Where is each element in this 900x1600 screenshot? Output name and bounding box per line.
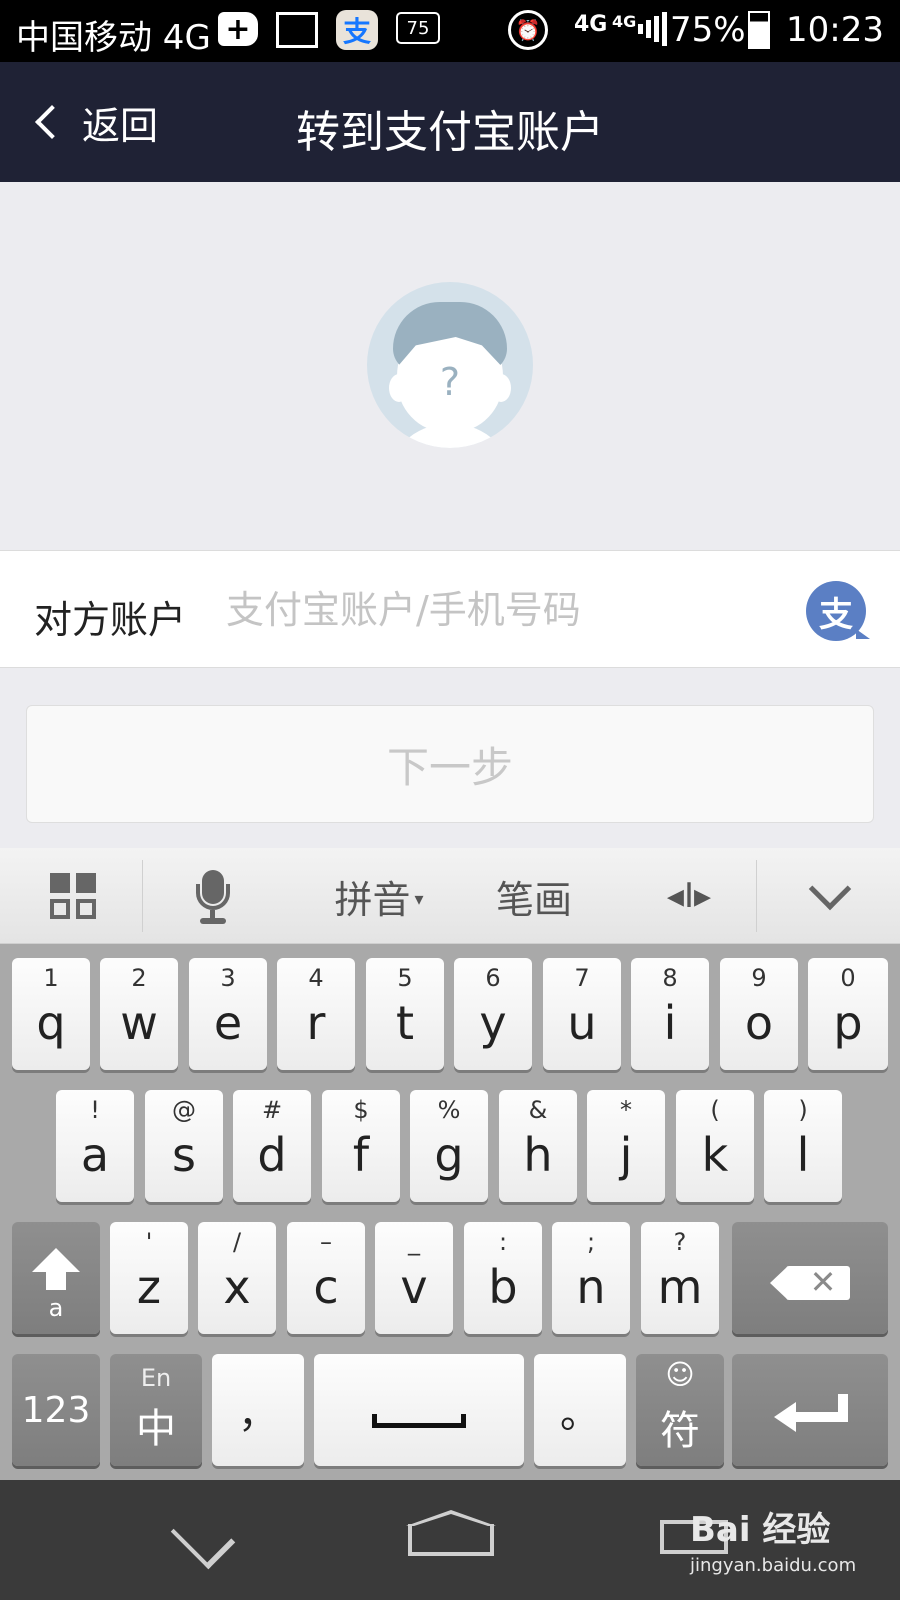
toolbar-divider [756,860,757,932]
cursor-move-icon[interactable]: ◂I▸ [664,848,714,944]
pinyin-mode-button[interactable]: 拼音 ▾ [324,848,434,944]
shift-arrow-icon [32,1248,80,1272]
key-j[interactable]: * j [587,1090,665,1202]
numbers-key-label: 123 [21,1389,91,1431]
keyboard-toolbar: 拼音 ▾ 笔画 ◂I▸ [0,848,900,944]
key-s[interactable]: @ s [145,1090,223,1202]
nav-back-icon[interactable] [170,1520,230,1556]
space-bar-icon [372,1414,466,1428]
enter-arrow-icon [774,1394,854,1434]
plus-notification-icon: + [218,12,258,47]
key-h[interactable]: & h [499,1090,577,1202]
account-row: 对方账户 支 [0,550,900,668]
account-input[interactable] [226,579,766,641]
network-type-4g: 4G [574,12,608,37]
baidu-jingyan-watermark: Bai 经验 jingyan.baidu.com [690,1502,856,1576]
hide-keyboard-icon[interactable] [800,848,860,944]
nav-home-icon[interactable] [406,1510,496,1556]
enter-key[interactable] [732,1354,888,1466]
key-d[interactable]: # d [233,1090,311,1202]
shift-case-label: a [48,1294,64,1322]
battery-percent: 75% [670,10,746,50]
battery-icon [748,11,770,49]
shift-key[interactable]: a [12,1222,100,1334]
space-key[interactable] [314,1354,524,1466]
status-bar: 中国移动 4G + 支 75 ⏰ 4G 4G 75% 10:23 [0,0,900,62]
symbols-key[interactable]: ☺ 符 [636,1354,724,1466]
alarm-icon: ⏰ [508,10,548,50]
key-p[interactable]: 0p [808,958,888,1070]
system-nav-bar: Bai 经验 jingyan.baidu.com [0,1480,900,1600]
key-g[interactable]: % g [410,1090,488,1202]
key-v[interactable]: _ v [375,1222,453,1334]
key-n[interactable]: ; n [552,1222,630,1334]
stroke-mode-button[interactable]: 笔画 [494,848,574,944]
key-k[interactable]: (k [676,1090,754,1202]
key-a[interactable]: ! a [56,1090,134,1202]
key-t[interactable]: 5t [366,958,444,1070]
account-label: 对方账户 [34,598,187,642]
microphone-icon[interactable] [190,848,234,944]
grid-menu-icon[interactable] [48,873,98,919]
unknown-user-avatar: ? [367,282,533,448]
key-m[interactable]: ? m [641,1222,719,1334]
avatar-area: ? [0,182,900,550]
key-b[interactable]: :b [464,1222,542,1334]
clock: 10:23 [786,10,884,50]
key-u[interactable]: 7u [543,958,621,1070]
pinyin-label: 拼音 [334,877,411,922]
key-q[interactable]: 1q [12,958,90,1070]
language-zh-label: 中 [136,1406,176,1452]
symbols-key-label: 符 [660,1408,700,1454]
key-x[interactable]: / x [198,1222,276,1334]
key-f[interactable]: $ f [322,1090,400,1202]
network-type-4g-secondary: 4G [612,12,637,31]
smiley-icon: ☺ [665,1358,695,1391]
alipay-contact-icon[interactable]: 支 [806,581,870,641]
period-key[interactable]: 。 [534,1354,626,1466]
signal-strength-icon [638,12,667,46]
backspace-icon: ✕ [770,1263,850,1301]
watermark-site: jingyan.baidu.com [690,1555,857,1576]
key-c[interactable]: – c [287,1222,365,1334]
avatar-question-mark: ? [439,360,461,404]
app-header: 返回 转到支付宝账户 [0,62,900,182]
backspace-key[interactable]: ✕ [732,1222,888,1334]
key-r[interactable]: 4r [277,958,355,1070]
alipay-notification-icon: 支 [336,10,378,50]
key-z[interactable]: ' z [110,1222,188,1334]
image-notification-icon [276,12,318,48]
key-w[interactable]: 2w [100,958,178,1070]
watermark-brand: Bai 经验 [690,1510,831,1550]
caret-down-icon: ▾ [414,888,424,910]
next-step-button[interactable]: 下一步 [26,705,874,823]
key-o[interactable]: 9o [720,958,798,1070]
keyboard: 1q 2w 3e 4r 5t 6y 7u 8i 9o 0p ! a @ s # d $… [0,944,900,1480]
numbers-key[interactable]: 123 [12,1354,100,1466]
key-i[interactable]: 8i [631,958,709,1070]
key-l[interactable]: ) l [764,1090,842,1202]
key-y[interactable]: 6y [454,958,532,1070]
language-en-label: En [140,1364,172,1392]
comma-key[interactable]: ， [212,1354,304,1466]
key-e[interactable]: 3e [189,958,267,1070]
language-switch-key[interactable]: En 中 [110,1354,202,1466]
page-title: 转到支付宝账户 [296,107,604,158]
badge-notification-icon: 75 [396,12,440,44]
carrier-label: 中国移动 4G [16,18,211,58]
toolbar-divider [142,860,143,932]
